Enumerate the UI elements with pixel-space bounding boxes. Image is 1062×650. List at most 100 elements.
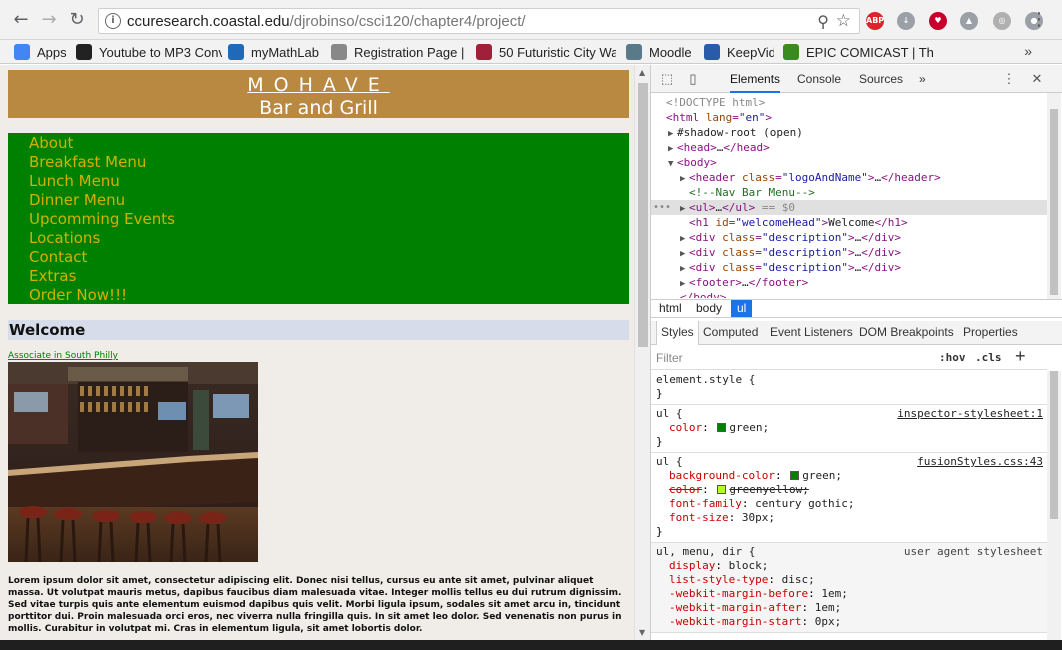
dom-doctype[interactable]: <!DOCTYPE html> [651,95,1047,110]
dom-header[interactable]: ▶ <header class="logoAndName">…</header> [651,170,1047,185]
device-toolbar-icon[interactable]: ▯ [685,71,701,87]
css-declaration[interactable]: background-color: green; [656,469,1043,483]
extension-icon[interactable]: ◎ [993,12,1011,30]
rule-source-link[interactable]: fusionStyles.css:43 [917,455,1043,469]
tab-sources[interactable]: Sources [859,65,903,93]
dom-h1[interactable]: <h1 id="welcomeHead">Welcome</h1> [651,215,1047,230]
adblock-icon[interactable]: ABP [866,12,884,30]
inspect-element-icon[interactable]: ⬚ [659,71,675,87]
dom-ul-selected[interactable]: ••• ▶ <ul>…</ul> == $0 [651,200,1047,215]
bookmark-star-icon[interactable]: ☆ [836,11,851,31]
dom-comment[interactable]: <!--Nav Bar Menu--> [651,185,1047,200]
tab-console[interactable]: Console [797,65,841,93]
new-rule-icon[interactable]: + [1015,346,1026,367]
css-declaration[interactable]: list-style-type: disc; [656,573,1043,587]
ellipsis: … [742,276,749,289]
css-declaration[interactable]: -webkit-margin-after: 1em; [656,601,1043,615]
rule-close-brace: } [656,435,663,448]
dom-html[interactable]: <html lang="en"> [651,110,1047,125]
styles-scrollbar[interactable] [1047,371,1061,640]
bookmark-item[interactable]: Registration Page | M [331,43,469,61]
color-swatch-icon[interactable] [717,485,727,494]
bookmark-item[interactable]: 50 Futuristic City Wall [476,43,616,61]
reload-icon[interactable]: ↻ [65,8,89,32]
rule-selector[interactable]: ul {fusionStyles.css:43 [656,455,1043,469]
tab-elements[interactable]: Elements [730,65,781,93]
dom-scroll-thumb[interactable] [1050,109,1058,295]
color-swatch-icon[interactable] [790,471,800,480]
rule-selector[interactable]: ul, menu, dir {user agent stylesheet [656,545,1043,559]
css-declaration[interactable]: font-family: century gothic; [656,497,1043,511]
css-declaration[interactable]: color: greenyellow; [656,483,1043,497]
css-declaration[interactable]: color: green; [656,421,1043,435]
devtools-menu-icon[interactable]: ⋮ [1001,71,1017,87]
styles-scroll-thumb[interactable] [1050,371,1058,519]
filter-input[interactable]: Filter [656,351,683,365]
forward-arrow-icon[interactable]: → [37,8,61,32]
rule-source-link[interactable]: inspector-stylesheet:1 [897,407,1043,421]
scroll-up-icon[interactable]: ▲ [639,68,645,77]
bookmark-item[interactable]: Apps [14,43,67,61]
scroll-down-icon[interactable]: ▼ [639,628,645,637]
nav-item[interactable]: Contact [29,248,629,267]
dom-body-close[interactable]: </body> [651,290,1047,298]
css-declaration[interactable]: font-size: 30px; [656,511,1043,525]
dom-footer[interactable]: ▶ <footer>…</footer> [651,275,1047,290]
drive-icon[interactable]: ▲ [960,12,978,30]
css-declaration[interactable]: display: block; [656,559,1043,573]
more-options-icon[interactable]: ••• [653,200,671,215]
html-attr: lang [705,111,733,124]
dom-div[interactable]: ▶ <div class="description">…</div> [651,245,1047,260]
rule-selector[interactable]: element.style { [656,373,1043,387]
browser-menu-icon[interactable]: ⋮ [1030,9,1048,30]
color-swatch-icon[interactable] [717,423,727,432]
info-icon[interactable]: i [105,13,121,29]
bookmark-item[interactable]: Moodle [626,43,692,61]
class-toggle[interactable]: .cls [975,351,1002,364]
tab-styles[interactable]: Styles [656,321,699,345]
rule-selector[interactable]: ul {inspector-stylesheet:1 [656,407,1043,421]
dom-shadow-root[interactable]: ▶ #shadow-root (open) [651,125,1047,140]
tab-properties[interactable]: Properties [963,321,1018,345]
zoom-icon[interactable]: ⚲ [817,12,829,31]
nav-item[interactable]: About [29,134,629,153]
dom-body[interactable]: ▼ <body> [651,155,1047,170]
nav-item[interactable]: Order Now!!! [29,286,629,305]
tab-computed[interactable]: Computed [703,321,758,345]
close-devtools-icon[interactable]: ✕ [1029,71,1045,87]
page-scroll-thumb[interactable] [638,83,648,347]
more-bookmarks-icon[interactable]: » [1024,43,1032,59]
crumb-ul[interactable]: ul [731,300,753,317]
url-text[interactable]: ccuresearch.coastal.edu/djrobinso/csci12… [127,13,526,30]
iheart-icon[interactable]: ♥ [929,12,947,30]
page-scrollbar[interactable]: ▲ ▼ [634,65,650,640]
css-declaration[interactable]: -webkit-margin-before: 1em; [656,587,1043,601]
crumb-body[interactable]: body [690,300,728,317]
dom-scrollbar[interactable] [1047,93,1061,299]
nav-item[interactable]: Locations [29,229,629,248]
hover-state-toggle[interactable]: :hov [939,351,966,364]
address-bar[interactable]: i ccuresearch.coastal.edu/djrobinso/csci… [98,8,860,34]
ellipsis: … [854,246,862,259]
crumb-html[interactable]: html [653,300,688,317]
tab-dom-breakpoints[interactable]: DOM Breakpoints [859,321,954,345]
bookmark-item[interactable]: myMathLab [228,43,319,61]
bookmark-item[interactable]: Youtube to MP3 Conv [76,43,222,61]
back-arrow-icon[interactable]: ← [9,8,33,32]
bookmark-item[interactable]: EPIC COMICAST | The [783,43,933,61]
photo-caption-link[interactable]: Associate in South Philly [8,351,118,361]
nav-item[interactable]: Lunch Menu [29,172,629,191]
download-icon[interactable]: ↓ [897,12,915,30]
nav-item[interactable]: Upcomming Events [29,210,629,229]
css-declaration[interactable]: -webkit-margin-start: 0px; [656,615,1043,629]
more-tabs-icon[interactable]: » [919,65,926,93]
tab-event-listeners[interactable]: Event Listeners [770,321,853,345]
dom-head[interactable]: ▶ <head>…</head> [651,140,1047,155]
nav-item[interactable]: Breakfast Menu [29,153,629,172]
dom-div[interactable]: ▶ <div class="description">…</div> [651,230,1047,245]
nav-item[interactable]: Dinner Menu [29,191,629,210]
div-close-tag: div [874,261,895,274]
dom-div[interactable]: ▶ <div class="description">…</div> [651,260,1047,275]
nav-item[interactable]: Extras [29,267,629,286]
bookmark-item[interactable]: KeepVid [704,43,774,61]
